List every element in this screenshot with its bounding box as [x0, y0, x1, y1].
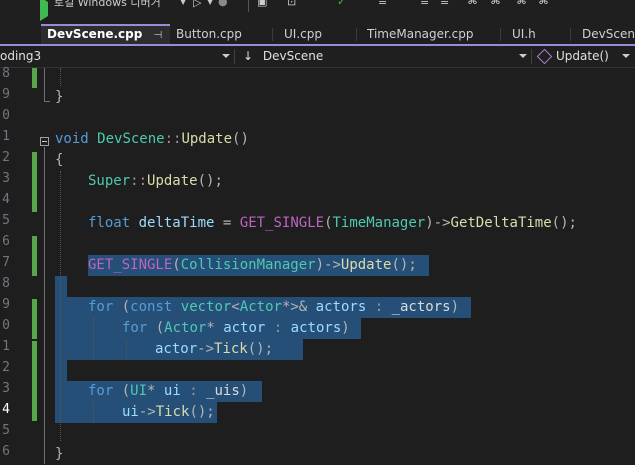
tab-separator — [356, 28, 357, 41]
selection-highlight — [55, 276, 67, 297]
member-dropdown[interactable]: Update() — [536, 46, 609, 67]
nav-divider — [531, 49, 532, 64]
line-number: 3 — [2, 381, 10, 396]
indent-guide — [126, 339, 127, 360]
project-dropdown[interactable]: oding3 — [0, 46, 232, 67]
dropdown-arrow-icon[interactable]: ▼ — [180, 0, 186, 11]
code-editor[interactable]: 8 9 0 1 2 3 4 5 6 7 8 9 0 1 2 3 4 5 6 } … — [0, 66, 635, 465]
line-number: 2 — [2, 150, 10, 165]
code-line: } — [55, 89, 64, 105]
main-toolbar: 로컬 Windows 디버거 ▼ ▷ ▼ ● ▣ ⊡ ✓ ≡ ≡ ≡ ⌘ ⌘ ⌘… — [0, 0, 635, 24]
project-name: oding3 — [0, 49, 42, 63]
indent-guide — [60, 171, 61, 441]
chevron-down-icon[interactable] — [519, 54, 527, 58]
code-line-selected: for (const vector<Actor*>& actors : _act… — [88, 299, 460, 315]
change-marker — [32, 236, 37, 276]
line-number: 6 — [2, 444, 10, 459]
pin-icon[interactable]: ⊣ — [154, 30, 163, 41]
line-number: 7 — [2, 255, 10, 270]
nav-divider — [234, 49, 235, 64]
line-number: 9 — [2, 297, 10, 312]
tab-label: TimeManager.cpp — [367, 27, 474, 41]
line-number: 8 — [2, 66, 10, 81]
change-marker — [32, 152, 37, 212]
code-line-selected: for (UI* ui : _uis) — [88, 383, 249, 399]
toolbar-separator — [248, 0, 249, 12]
line-number-current: 4 — [2, 402, 10, 417]
check-icon[interactable]: ✓ — [337, 0, 346, 9]
method-icon — [536, 48, 553, 65]
outdent-icon[interactable]: ≡ — [420, 0, 429, 9]
outline-guide — [44, 68, 45, 102]
scope-name: DevScene — [262, 49, 324, 63]
chevron-down-icon[interactable] — [622, 54, 630, 58]
tab-label: Button.cpp — [176, 27, 242, 41]
collapse-toggle-icon[interactable] — [40, 137, 49, 146]
line-number: 2 — [2, 360, 10, 375]
scope-arrow-icon: ↓ — [243, 49, 254, 63]
tab-separator — [500, 28, 501, 41]
debug-target-label[interactable]: 로컬 Windows 디버거 — [54, 0, 161, 9]
code-line: { — [55, 152, 64, 168]
tab-ui-h[interactable]: UI.h — [512, 24, 536, 44]
tab-devscene-cpp[interactable]: DevScene.cpp ⊣ ✕ — [41, 24, 170, 44]
change-marker — [32, 341, 37, 421]
tab-separator — [272, 28, 273, 41]
tab-timemanager-cpp[interactable]: TimeManager.cpp — [367, 24, 474, 44]
code-line-selected: actor->Tick(); — [155, 341, 274, 357]
line-number: 0 — [2, 108, 10, 123]
line-number: 1 — [2, 129, 10, 144]
bookmark-clear-icon[interactable]: ⌘ — [538, 0, 549, 8]
tab-separator — [570, 28, 571, 41]
code-line-selected: for (Actor* actor : actors) — [122, 320, 350, 336]
tab-devscene-h[interactable]: DevScene — [582, 24, 635, 44]
start-debugging-icon[interactable] — [40, 0, 48, 21]
line-number: 9 — [2, 87, 10, 102]
code-line-selected: GET_SINGLE(CollisionManager)->Update(); — [88, 257, 417, 273]
bookmark-prev-icon[interactable]: ⌘ — [516, 0, 527, 8]
code-line: } — [55, 446, 64, 462]
indent-icon[interactable]: ≡ — [378, 0, 387, 9]
dropdown-arrow-icon[interactable]: ▼ — [207, 0, 213, 11]
line-number: 4 — [2, 192, 10, 207]
tab-ui-cpp[interactable]: UI.cpp — [284, 24, 322, 44]
tab-button-cpp[interactable]: Button.cpp — [176, 24, 242, 44]
member-name: Update() — [556, 49, 609, 63]
navigation-bar: oding3 ↓ DevScene Update() — [0, 46, 635, 68]
outline-guide — [44, 147, 45, 464]
line-number: 5 — [2, 213, 10, 228]
line-number: 3 — [2, 171, 10, 186]
comment-icon[interactable]: ≡ — [440, 0, 449, 9]
line-number: 5 — [2, 423, 10, 438]
code-line: void DevScene::Update() — [55, 131, 249, 147]
line-number: 0 — [2, 318, 10, 333]
indent-guide — [93, 318, 94, 360]
bookmark-icon[interactable]: ⌘ — [467, 0, 478, 8]
change-marker — [32, 68, 37, 88]
browse-icon[interactable]: ⊡ — [287, 0, 296, 9]
code-line: Super::Update(); — [88, 173, 223, 189]
code-line: float deltaTime = GET_SINGLE(TimeManager… — [88, 215, 577, 231]
indent-guide — [60, 68, 61, 86]
line-number: 6 — [2, 234, 10, 249]
indent-guide — [93, 402, 94, 423]
tab-label: DevScene.cpp — [47, 27, 143, 41]
line-number: 8 — [2, 276, 10, 291]
window-icon[interactable]: ▣ — [257, 0, 267, 9]
record-icon[interactable]: ● — [218, 0, 228, 9]
line-number: 1 — [2, 339, 10, 354]
change-marker — [32, 299, 37, 339]
tab-label: DevScene — [582, 27, 635, 41]
tab-label: UI.h — [512, 27, 536, 41]
bookmark-next-icon[interactable]: ⌘ — [490, 0, 501, 8]
play-outline-icon[interactable]: ▷ — [193, 0, 201, 10]
document-tabs: DevScene.cpp ⊣ ✕ Button.cpp UI.cpp TimeM… — [0, 24, 635, 46]
tab-label: UI.cpp — [284, 27, 322, 41]
chevron-down-icon[interactable] — [222, 54, 230, 58]
selection-highlight — [55, 360, 67, 381]
code-line-selected: ui->Tick(); — [122, 404, 215, 420]
outline-guide — [44, 101, 50, 102]
scope-dropdown[interactable]: ↓ DevScene — [243, 46, 323, 67]
